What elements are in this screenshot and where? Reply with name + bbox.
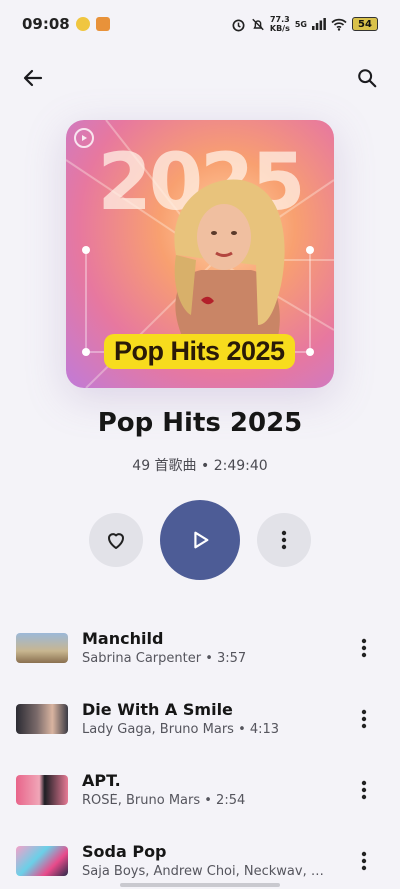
play-icon (194, 531, 209, 549)
like-button[interactable] (89, 513, 143, 567)
home-indicator[interactable] (120, 883, 280, 887)
track-subtitle: Sabrina Carpenter • 3:57 (82, 651, 247, 666)
track-title: APT. (82, 771, 121, 790)
track-subtitle: Saja Boys, Andrew Choi, Neckwav, … (82, 864, 324, 879)
network-speed: 77.3 KB/s (270, 15, 290, 33)
notification-app-icon (95, 17, 110, 31)
play-button[interactable] (160, 500, 240, 580)
track-row[interactable]: APT. ROSÉ, Bruno Mars • 2:54 (0, 754, 400, 825)
alarm-icon (232, 18, 245, 31)
search-icon (358, 69, 377, 88)
more-vertical-icon (361, 638, 367, 658)
track-title: Manchild (82, 629, 164, 648)
heart-icon (108, 533, 124, 549)
more-vertical-icon (361, 709, 367, 729)
notification-emoji-icon (75, 17, 90, 31)
back-button[interactable] (18, 63, 48, 93)
playlist-actions (0, 500, 400, 580)
wifi-icon (331, 18, 347, 31)
track-more-button[interactable] (352, 776, 376, 804)
cover-title-tag: Pop Hits 2025 (104, 334, 295, 369)
network-type: 5G (294, 19, 307, 29)
network-speed-unit: KB/s (269, 24, 290, 33)
track-row[interactable]: Soda Pop Saja Boys, Andrew Choi, Neckwav… (0, 825, 400, 889)
more-options-button[interactable] (257, 513, 311, 567)
track-row[interactable]: Die With A Smile Lady Gaga, Bruno Mars •… (0, 683, 400, 754)
track-more-button[interactable] (352, 634, 376, 662)
track-row[interactable]: Manchild Sabrina Carpenter • 3:57 (0, 612, 400, 683)
mute-icon (252, 18, 264, 30)
track-title: Soda Pop (82, 842, 167, 861)
track-more-button[interactable] (352, 847, 376, 875)
track-thumbnail (16, 845, 68, 876)
signal-icon (312, 18, 326, 30)
track-subtitle: Lady Gaga, Bruno Mars • 4:13 (82, 722, 280, 737)
cover-artist-image (174, 179, 285, 345)
network-speed-value: 77.3 (269, 15, 290, 24)
playlist-cover-art: 2025 Pop Hits 2025 (66, 120, 334, 388)
track-thumbnail (16, 774, 68, 805)
track-more-button[interactable] (352, 705, 376, 733)
status-time: 09:08 (22, 15, 70, 33)
more-vertical-icon (281, 530, 287, 550)
track-thumbnail (16, 703, 68, 734)
status-bar: 09:08 77.3 KB/s 5G 54 (0, 0, 400, 48)
search-button[interactable] (352, 63, 382, 93)
track-title: Die With A Smile (82, 700, 233, 719)
playlist-title: Pop Hits 2025 (97, 408, 303, 438)
playlist-subtitle: 49 首歌曲 • 2:49:40 (132, 458, 268, 474)
more-vertical-icon (361, 780, 367, 800)
track-thumbnail (16, 632, 68, 663)
more-vertical-icon (361, 851, 367, 871)
top-nav (0, 58, 400, 98)
track-subtitle: ROSÉ, Bruno Mars • 2:54 (82, 793, 246, 808)
arrow-left-icon (23, 69, 43, 87)
battery-indicator: 54 (352, 17, 378, 31)
track-list: Manchild Sabrina Carpenter • 3:57 Die Wi… (0, 612, 400, 889)
